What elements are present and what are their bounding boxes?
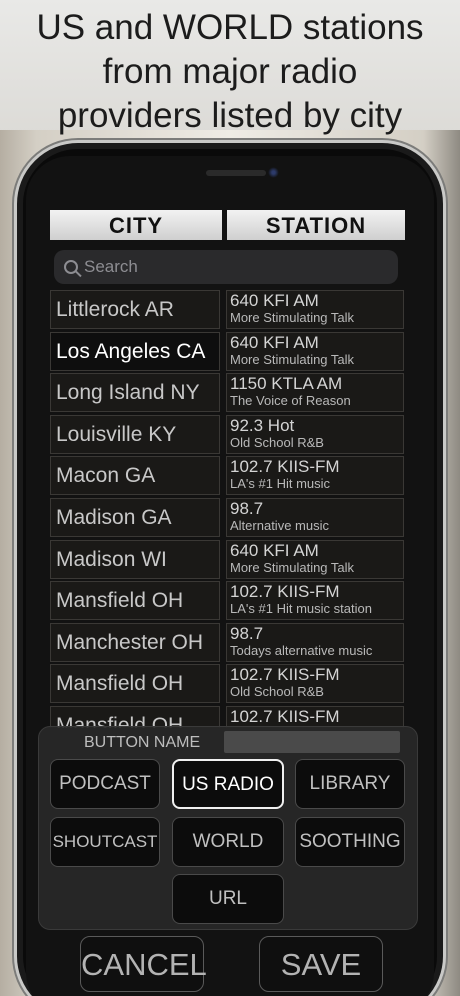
station-cell[interactable]: 640 KFI AM More Stimulating Talk	[226, 539, 404, 579]
headline-line-3: providers listed by city	[57, 96, 403, 135]
station-name: 102.7 KIIS-FM	[230, 457, 340, 477]
city-column-header[interactable]: CITY	[50, 210, 222, 240]
table-row[interactable]: Mansfield OH 102.7 KIIS-FM	[48, 706, 408, 728]
station-cell[interactable]: 98.7 Todays alternative music	[226, 622, 404, 662]
search-input[interactable]: Search	[54, 250, 398, 284]
station-cell[interactable]: 1150 KTLA AM The Voice of Reason	[226, 373, 404, 413]
cancel-button[interactable]: CANCEL	[80, 936, 207, 992]
station-name: 92.3 Hot	[230, 415, 295, 435]
city-cell[interactable]: Mansfield OH	[50, 706, 220, 728]
station-description: Alternative music	[230, 518, 329, 533]
station-description: Old School R&B	[230, 434, 324, 450]
city-cell[interactable]: Macon GA	[50, 456, 220, 496]
station-description: More Stimulating Talk	[230, 351, 355, 367]
table-row[interactable]: Mansfield OH 102.7 KIIS-FM LA's #1 Hit mus…	[48, 581, 408, 621]
promo-headline: US and WORLD stations from major radio p…	[0, 6, 460, 138]
table-row[interactable]: Littlerock AR 640 KFI AM More Stimulating …	[48, 290, 408, 330]
save-button[interactable]: SAVE	[259, 936, 383, 992]
city-cell[interactable]: Mansfield OH	[50, 581, 220, 621]
station-name: 102.7 KIIS-FM	[230, 707, 340, 726]
station-cell[interactable]: 102.7 KIIS-FM Old School R&B	[226, 664, 404, 704]
station-description: Todays alternative music	[230, 642, 373, 658]
city-cell[interactable]: Manchester OH	[50, 622, 220, 662]
station-list[interactable]: Littlerock AR 640 KFI AM More Stimulating …	[48, 290, 408, 728]
city-cell[interactable]: Mansfield OH	[50, 664, 220, 704]
station-cell[interactable]: 640 KFI AM More Stimulating Talk	[226, 331, 404, 371]
station-cell[interactable]: 102.7 KIIS-FM LA's #1 Hit music station	[226, 581, 404, 621]
city-cell[interactable]: Louisville KY	[50, 414, 220, 454]
station-name: 1150 KTLA AM	[230, 374, 343, 394]
search-icon	[64, 260, 78, 274]
front-camera-icon	[268, 167, 279, 178]
soothing-button[interactable]: SOOTHING	[295, 817, 405, 867]
city-cell[interactable]: Los Angeles CA	[50, 331, 220, 371]
city-cell[interactable]: Madison WI	[50, 539, 220, 579]
headline-line-2: from major radio	[102, 52, 358, 91]
station-cell[interactable]: 640 KFI AM More Stimulating Talk	[226, 290, 404, 329]
table-row[interactable]: Madison WI 640 KFI AM More Stimulating Tal…	[48, 539, 408, 580]
search-placeholder: Search	[84, 257, 138, 276]
podcast-button[interactable]: PODCAST	[50, 759, 160, 809]
earpiece-speaker	[206, 170, 266, 176]
city-cell[interactable]: Madison GA	[50, 498, 220, 537]
table-row[interactable]: Louisville KY 92.3 Hot Old School R&B	[48, 414, 408, 455]
us-radio-button[interactable]: US RADIO	[172, 759, 284, 809]
table-row[interactable]: Macon GA 102.7 KIIS-FM LA's #1 Hit music	[48, 456, 408, 496]
station-column-header[interactable]: STATION	[227, 210, 405, 240]
button-name-label: BUTTON NAME	[84, 734, 201, 751]
station-description: LA's #1 Hit music	[230, 476, 331, 492]
button-name-field[interactable]	[224, 731, 400, 753]
station-description: More Stimulating Talk	[230, 559, 355, 575]
table-row[interactable]: Mansfield OH 102.7 KIIS-FM Old School R&B	[48, 664, 408, 704]
station-cell[interactable]: 98.7 Alternative music	[226, 498, 404, 537]
city-cell[interactable]: Long Island NY	[50, 373, 220, 413]
headline-line-1: US and WORLD stations	[36, 8, 424, 47]
table-row[interactable]: Madison GA 98.7 Alternative music	[48, 498, 408, 538]
station-cell[interactable]: 102.7 KIIS-FM	[226, 706, 404, 728]
station-description: More Stimulating Talk	[230, 310, 355, 325]
url-button[interactable]: URL	[172, 874, 284, 924]
station-name: 102.7 KIIS-FM	[230, 665, 340, 685]
station-description: Old School R&B	[230, 684, 324, 700]
city-cell[interactable]: Littlerock AR	[50, 290, 220, 329]
station-cell[interactable]: 102.7 KIIS-FM LA's #1 Hit music	[226, 456, 404, 496]
station-name: 102.7 KIIS-FM	[230, 582, 340, 602]
station-name: 640 KFI AM	[230, 332, 319, 352]
station-name: 98.7	[230, 623, 264, 643]
station-description: LA's #1 Hit music station	[230, 601, 372, 617]
station-name: 98.7	[230, 499, 264, 518]
library-button[interactable]: LIBRARY	[295, 759, 405, 809]
shoutcast-button[interactable]: SHOUTCAST	[50, 817, 160, 867]
station-name: 640 KFI AM	[230, 540, 319, 560]
table-row[interactable]: Long Island NY 1150 KTLA AM The Voice of R…	[48, 373, 408, 413]
world-button[interactable]: WORLD	[172, 817, 284, 867]
station-description: The Voice of Reason	[230, 393, 351, 409]
station-name: 640 KFI AM	[230, 291, 319, 310]
station-cell[interactable]: 92.3 Hot Old School R&B	[226, 414, 404, 454]
table-row[interactable]: Manchester OH 98.7 Todays alternative musi…	[48, 622, 408, 663]
table-row[interactable]: Los Angeles CA 640 KFI AM More Stimulating…	[48, 331, 408, 372]
